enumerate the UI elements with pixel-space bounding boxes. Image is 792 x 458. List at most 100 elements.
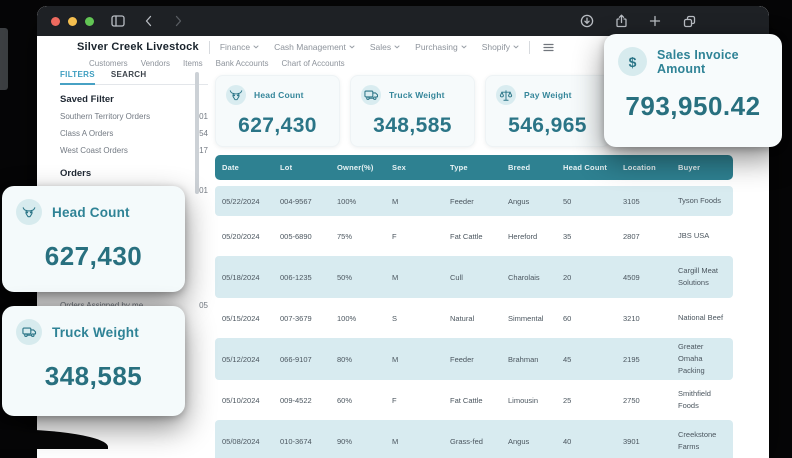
chevron-down-icon [349, 45, 355, 49]
nav-item-sales[interactable]: Sales [370, 42, 400, 52]
downloads-icon[interactable] [579, 13, 595, 29]
cell-location: 2750 [623, 396, 678, 405]
table-row[interactable]: 05/08/2024010-367490%MGrass-fedAngus4039… [215, 420, 733, 458]
column-header-location[interactable]: Location [623, 163, 678, 172]
nav-item-label: Finance [220, 42, 250, 52]
titlebar-nav [110, 13, 186, 29]
cell-location: 2195 [623, 355, 678, 364]
forward-icon[interactable] [170, 13, 186, 29]
stat-value: 348,585 [361, 114, 464, 138]
nav-item-cash-management[interactable]: Cash Management [274, 42, 355, 52]
sales-invoice-amount-card: $ Sales Invoice Amount 793,950.42 [604, 34, 782, 147]
stat-card-header: Truck Weight [361, 85, 464, 105]
cell-buyer: Greater Omaha Packing [678, 341, 733, 377]
table-header-row: DateLotOwner(%)SexTypeBreedHead CountLoc… [215, 155, 733, 180]
stat-card-pay-weight: Pay Weight 546,965 [485, 75, 610, 147]
truck-icon [361, 85, 381, 105]
table-row[interactable]: 05/20/2024005-689075%FFat CattleHereford… [215, 221, 733, 251]
truck-weight-overlay-card: Truck Weight 348,585 [2, 306, 185, 416]
tab-overview-icon[interactable] [681, 13, 697, 29]
stat-label: Pay Weight [524, 90, 572, 100]
subnav-item-customers[interactable]: Customers [89, 59, 128, 68]
column-header-date[interactable]: Date [222, 163, 280, 172]
table-row[interactable]: 05/12/2024066-910780%MFeederBrahman45219… [215, 338, 733, 380]
cell-type: Feeder [450, 355, 508, 364]
nav-item-label: Sales [370, 42, 391, 52]
card-label: Sales Invoice Amount [657, 48, 768, 76]
browser-titlebar [37, 6, 769, 36]
card-value: 793,950.42 [618, 91, 768, 122]
cell-location: 2807 [623, 232, 678, 241]
sidebar-item-southern-territory-orders[interactable]: Southern Territory Orders301 [60, 108, 208, 125]
cell-sex: F [392, 396, 450, 405]
nav-item-label: Shopify [482, 42, 510, 52]
minimize-button[interactable] [68, 17, 77, 26]
maximize-button[interactable] [85, 17, 94, 26]
table-row[interactable]: 05/18/2024006-123550%MCullCharolais20450… [215, 256, 733, 298]
table-row[interactable]: 05/10/2024009-452260%FFat CattleLimousin… [215, 385, 733, 415]
cell-sex: M [392, 273, 450, 282]
cell-lot: 005-6890 [280, 232, 337, 241]
close-button[interactable] [51, 17, 60, 26]
cell-type: Natural [450, 314, 508, 323]
sidebar-tab-search[interactable]: SEARCH [111, 70, 147, 79]
sidebar-item-west-coast-orders[interactable]: West Coast Orders17 [60, 142, 208, 159]
column-header-sex[interactable]: Sex [392, 163, 450, 172]
column-header-type[interactable]: Type [450, 163, 508, 172]
cell-owner: 50% [337, 273, 392, 282]
column-header-owner[interactable]: Owner(%) [337, 163, 392, 172]
orders-table: DateLotOwner(%)SexTypeBreedHead CountLoc… [215, 155, 733, 458]
subnav-item-vendors[interactable]: Vendors [141, 59, 170, 68]
nav-item-finance[interactable]: Finance [220, 42, 259, 52]
column-header-head-count[interactable]: Head Count [563, 163, 623, 172]
stat-card-header: Pay Weight [496, 85, 599, 105]
nav-item-purchasing[interactable]: Purchasing [415, 42, 467, 52]
scale-icon [496, 85, 516, 105]
sidebar-item-class-a-orders[interactable]: Class A Orders54 [60, 125, 208, 142]
sub-nav: Customers Vendors Items Bank Accounts Chart … [89, 59, 345, 68]
cell-type: Fat Cattle [450, 232, 508, 241]
filter-count: 54 [199, 129, 208, 138]
titlebar-actions [579, 13, 697, 29]
back-icon[interactable] [140, 13, 156, 29]
stat-label: Truck Weight [389, 90, 445, 100]
cell-sex: S [392, 314, 450, 323]
cell-owner: 90% [337, 437, 392, 446]
table-row[interactable]: 05/15/2024007-3679100%SNaturalSimmental6… [215, 303, 733, 333]
cell-buyer: Creekstone Farms [678, 429, 733, 453]
sidebar-toggle-icon[interactable] [110, 13, 126, 29]
cell-type: Fat Cattle [450, 396, 508, 405]
nav-item-shopify[interactable]: Shopify [482, 42, 519, 52]
cell-lot: 066-9107 [280, 355, 337, 364]
sidebar-heading-orders: Orders [60, 168, 208, 179]
sidebar-tab-filters[interactable]: FILTERS [60, 70, 95, 79]
cell-sex: M [392, 437, 450, 446]
share-icon[interactable] [613, 13, 629, 29]
cell-sex: M [392, 355, 450, 364]
column-header-buyer[interactable]: Buyer [678, 163, 733, 172]
cell-date: 05/08/2024 [222, 437, 280, 446]
cell-head-count: 50 [563, 197, 623, 206]
table-body: 05/22/2024004-9567100%MFeederAngus503105… [215, 186, 733, 458]
stat-value: 627,430 [226, 114, 329, 138]
subnav-item-bank-accounts[interactable]: Bank Accounts [216, 59, 269, 68]
truck-icon [16, 319, 42, 345]
column-header-lot[interactable]: Lot [280, 163, 337, 172]
sidebar-scrollbar[interactable] [195, 72, 199, 194]
card-header: Truck Weight [16, 319, 171, 345]
column-header-breed[interactable]: Breed [508, 163, 563, 172]
cell-date: 05/22/2024 [222, 197, 280, 206]
card-header: Head Count [16, 199, 171, 225]
subnav-item-items[interactable]: Items [183, 59, 203, 68]
new-tab-icon[interactable] [647, 13, 663, 29]
cell-owner: 75% [337, 232, 392, 241]
subnav-item-chart-of-accounts[interactable]: Chart of Accounts [282, 59, 345, 68]
stat-card-header: Head Count [226, 85, 329, 105]
menu-icon[interactable] [540, 39, 556, 55]
table-row[interactable]: 05/22/2024004-9567100%MFeederAngus503105… [215, 186, 733, 216]
cell-lot: 007-3679 [280, 314, 337, 323]
cell-owner: 100% [337, 197, 392, 206]
sidebar-heading-saved-filter: Saved Filter [60, 94, 208, 105]
card-header: $ Sales Invoice Amount [618, 47, 768, 76]
cell-breed: Limousin [508, 396, 563, 405]
